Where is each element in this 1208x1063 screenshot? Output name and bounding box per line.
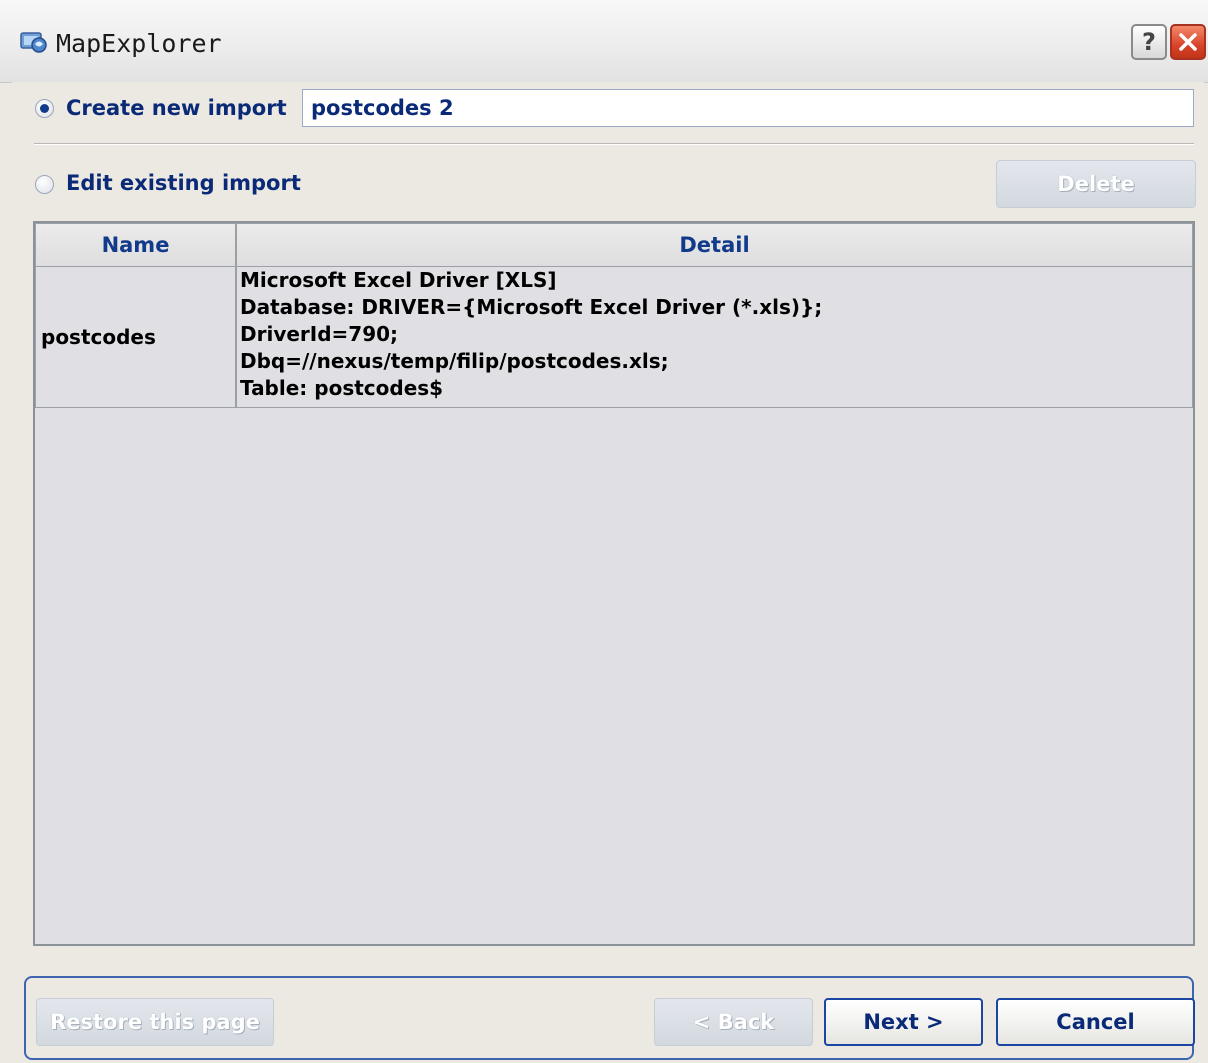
close-button[interactable] — [1170, 24, 1206, 60]
app-icon — [20, 32, 47, 53]
detail-line: Database: DRIVER={Microsoft Excel Driver… — [240, 295, 823, 319]
question-icon: ? — [1142, 28, 1156, 56]
cancel-button[interactable]: Cancel — [996, 998, 1195, 1046]
window-title: MapExplorer — [56, 29, 222, 58]
edit-existing-import-label[interactable]: Edit existing import — [66, 171, 301, 195]
row-name-cell: postcodes — [35, 267, 236, 408]
delete-button[interactable]: Delete — [996, 160, 1196, 208]
back-button[interactable]: < Back — [654, 998, 813, 1046]
column-header-detail[interactable]: Detail — [236, 223, 1193, 267]
wizard-button-panel: Restore this page < Back Next > Cancel — [24, 976, 1195, 1060]
detail-line: Microsoft Excel Driver [XLS] — [240, 268, 557, 292]
separator-line — [34, 143, 1194, 145]
detail-line: DriverId=790; — [240, 322, 399, 346]
create-new-import-radio[interactable] — [35, 99, 54, 118]
create-new-import-label[interactable]: Create new import — [66, 96, 287, 120]
mapexplorer-window: MapExplorer ? Create new import Edit exi… — [0, 0, 1208, 1063]
help-button[interactable]: ? — [1131, 24, 1167, 60]
next-button[interactable]: Next > — [824, 998, 983, 1046]
radio-selected-dot — [40, 104, 49, 113]
delete-button-label: Delete — [1057, 172, 1135, 196]
column-header-name[interactable]: Name — [35, 223, 236, 267]
edit-existing-import-radio[interactable] — [35, 175, 54, 194]
table-row[interactable]: postcodes Microsoft Excel Driver [XLS] D… — [35, 267, 1193, 408]
grid-header: Name Detail — [35, 223, 1193, 267]
detail-line: Dbq=//nexus/temp/filip/postcodes.xls; — [240, 349, 669, 373]
row-detail-cell: Microsoft Excel Driver [XLS] Database: D… — [236, 267, 1193, 408]
dialog-client-area: Create new import Edit existing import D… — [12, 82, 1204, 1063]
close-icon — [1179, 33, 1197, 51]
imports-grid[interactable]: Name Detail postcodes Microsoft Excel Dr… — [33, 221, 1195, 946]
import-name-input[interactable] — [302, 89, 1194, 127]
restore-page-button[interactable]: Restore this page — [36, 998, 274, 1046]
title-bar[interactable]: MapExplorer ? — [0, 0, 1208, 83]
detail-line: Table: postcodes$ — [240, 376, 444, 400]
